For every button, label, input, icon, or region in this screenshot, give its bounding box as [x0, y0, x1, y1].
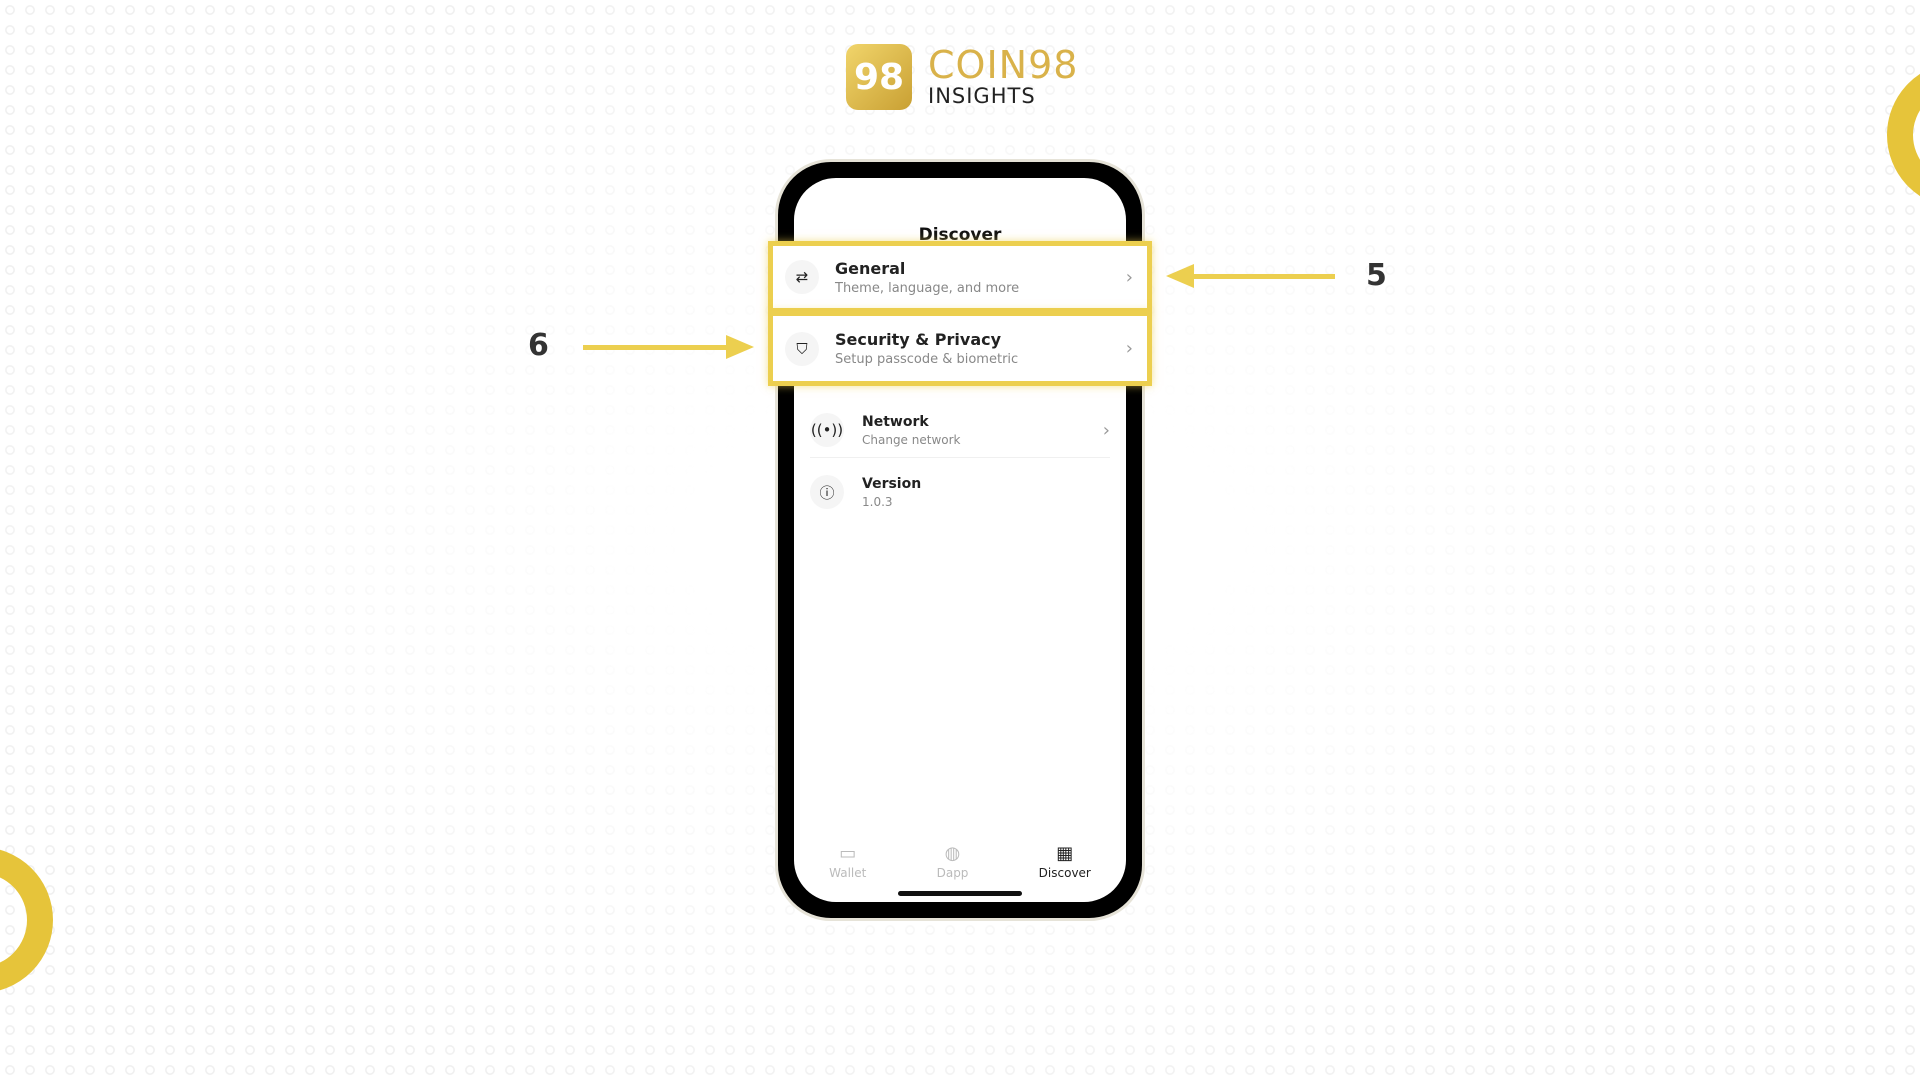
- item-title: General: [835, 258, 906, 278]
- settings-item-network[interactable]: ((•)) Network Change network ›: [810, 403, 1110, 458]
- item-subtitle: Theme, language, and more: [835, 280, 1020, 296]
- settings-item-security[interactable]: ⛉ Security & Privacy Setup passcode & bio…: [768, 311, 1152, 386]
- arrow-head: [1166, 264, 1194, 288]
- arrow-pointer-general: [1190, 274, 1335, 279]
- info-icon: ⓘ: [810, 475, 844, 509]
- tab-bar: ▭ Wallet ◍ Dapp ▦ Discover: [794, 843, 1126, 880]
- decorative-ring: [1887, 73, 1920, 197]
- arrow-head: [726, 335, 754, 359]
- step-number-5: 5: [1366, 258, 1387, 293]
- brand-title: COIN98: [928, 43, 1079, 87]
- item-title: Network: [862, 413, 929, 430]
- chevron-right-icon: ›: [1102, 419, 1110, 441]
- tab-dapp[interactable]: ◍ Dapp: [937, 843, 969, 880]
- wallet-icon: ▭: [839, 843, 857, 864]
- settings-item-version[interactable]: ⓘ Version 1.0.3: [794, 464, 1126, 520]
- item-subtitle: Setup passcode & biometric: [835, 352, 1019, 367]
- item-subtitle: Change network: [862, 432, 961, 447]
- item-title: Security & Privacy: [835, 330, 1002, 349]
- globe-icon: ◍: [944, 843, 961, 864]
- item-subtitle: 1.0.3: [862, 494, 893, 509]
- brand-name: COIN98 INSIGHTS: [928, 46, 1078, 108]
- tab-discover[interactable]: ▦ Discover: [1039, 843, 1091, 880]
- tab-label: Discover: [1038, 866, 1091, 880]
- home-indicator: [898, 891, 1022, 896]
- chevron-right-icon: ›: [1125, 338, 1133, 359]
- settings-item-general[interactable]: ⇄ General Theme, language, and more ›: [768, 241, 1152, 313]
- step-number-6: 6: [528, 328, 549, 363]
- tab-label: Wallet: [829, 866, 867, 880]
- logo-mark: 98: [853, 56, 905, 98]
- tab-label: Dapp: [936, 866, 969, 880]
- grid-icon: ▦: [1056, 843, 1074, 864]
- item-title: Version: [862, 475, 922, 492]
- shield-icon: ⛉: [785, 331, 819, 366]
- brand-subtitle: INSIGHTS: [928, 84, 1036, 108]
- tab-wallet[interactable]: ▭ Wallet: [829, 843, 866, 880]
- chevron-right-icon: ›: [1125, 266, 1133, 288]
- coin98-logo: 98: [846, 44, 912, 110]
- arrow-pointer-security: [583, 345, 728, 350]
- decorative-ring: [0, 849, 53, 991]
- network-icon: ((•)): [810, 413, 844, 447]
- sliders-icon: ⇄: [785, 260, 819, 294]
